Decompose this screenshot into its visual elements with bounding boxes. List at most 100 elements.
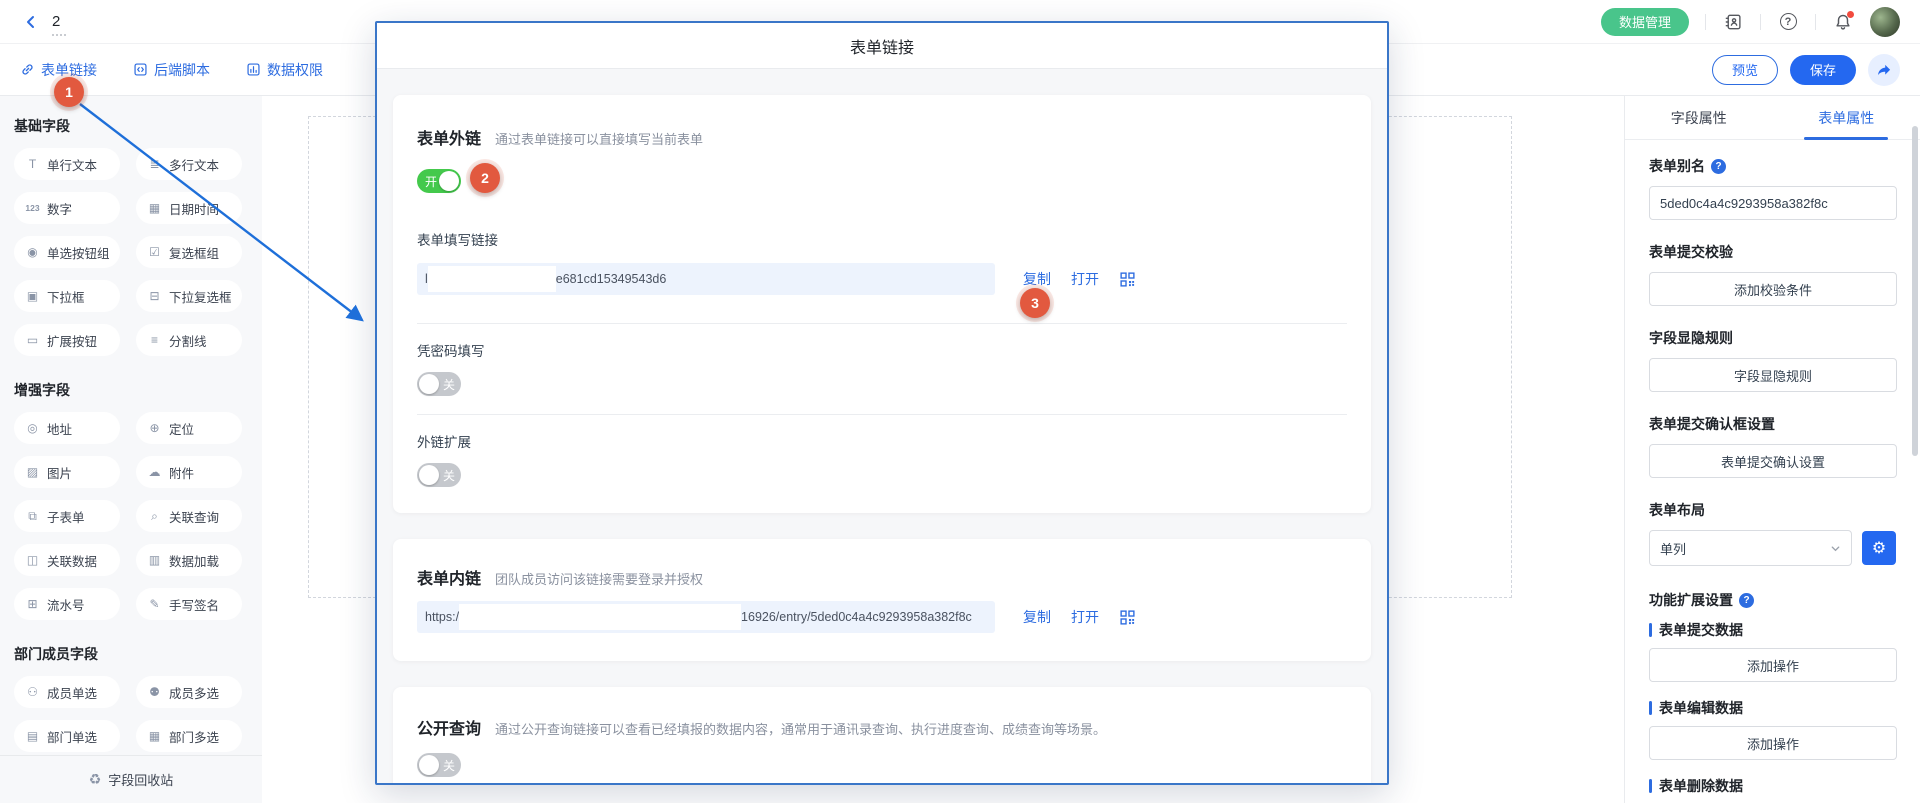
open-link-button[interactable]: 打开 — [1071, 607, 1099, 627]
field-pill-label: 下拉复选框 — [169, 287, 232, 306]
form-alias-label: 表单别名 ? — [1649, 156, 1896, 176]
subform-icon: ⧉ — [25, 509, 40, 524]
field-pill[interactable]: ⚇成员单选 — [14, 676, 120, 708]
panel-action-button[interactable]: 表单提交确认设置 — [1649, 444, 1897, 478]
sidebar-groups: 基础字段T单行文本≣多行文本123数字▦日期时间◉单选按钮组☑复选框组▣下拉框⊟… — [0, 116, 262, 752]
qr-code-icon[interactable] — [1119, 271, 1136, 288]
field-pill[interactable]: ◎地址 — [14, 412, 120, 444]
field-pill[interactable]: ⌕关联查询 — [136, 500, 242, 532]
help-icon[interactable]: ? — [1777, 11, 1799, 33]
field-pill[interactable]: ◉单选按钮组 — [14, 236, 120, 268]
panel-action-button[interactable]: 添加操作 — [1649, 648, 1897, 682]
extend-link-label: 外链扩展 — [417, 431, 1347, 451]
panel-scrollbar[interactable] — [1912, 126, 1918, 456]
extend-link-toggle[interactable]: 关 — [417, 463, 461, 487]
field-pill[interactable]: ◫关联数据 — [14, 544, 120, 576]
qr-code-icon[interactable] — [1119, 609, 1136, 626]
field-pill[interactable]: ≣多行文本 — [136, 148, 242, 180]
internal-link-title: 表单内链 — [417, 565, 481, 589]
preview-button[interactable]: 预览 — [1712, 55, 1778, 85]
field-pill[interactable]: T单行文本 — [14, 148, 120, 180]
radio-group-icon: ◉ — [25, 245, 40, 259]
contacts-icon[interactable] — [1722, 11, 1744, 33]
field-pill[interactable]: ▨ 图片 — [14, 456, 120, 488]
field-pill-label: 复选框组 — [169, 243, 219, 262]
field-pill-label: 流水号 — [47, 595, 85, 614]
help-badge-icon[interactable]: ? — [1711, 159, 1726, 174]
multi-line-text-icon: ≣ — [147, 157, 162, 171]
attachment-icon: ☁ — [147, 465, 162, 479]
share-button[interactable] — [1868, 54, 1900, 86]
back-button[interactable] — [20, 11, 42, 33]
panel-action-button[interactable]: 字段显隐规则 — [1649, 358, 1897, 392]
sidebar-group-title: 增强字段 — [14, 380, 262, 400]
field-pill[interactable]: ▦日期时间 — [136, 192, 242, 224]
field-pill[interactable]: ☑复选框组 — [136, 236, 242, 268]
public-query-title: 公开查询 — [417, 715, 481, 739]
fill-link-label: 表单填写链接 — [417, 229, 1347, 249]
chevron-left-icon — [23, 14, 39, 30]
field-pill-label: 图片 — [47, 463, 72, 482]
copy-link-button[interactable]: 复制 — [1023, 269, 1051, 289]
field-pill[interactable]: ⊞流水号 — [14, 588, 120, 620]
panel-action-button[interactable]: 添加操作 — [1649, 726, 1897, 760]
field-pill-label: 扩展按钮 — [47, 331, 97, 350]
external-link-toggle[interactable]: 开 — [417, 169, 461, 193]
field-pill[interactable]: ▦部门多选 — [136, 720, 242, 752]
field-pill[interactable]: ⊟下拉复选框 — [136, 280, 242, 312]
tab-field-properties[interactable]: 字段属性 — [1625, 96, 1773, 139]
layout-settings-button[interactable]: ⚙ — [1862, 531, 1896, 565]
recycle-icon: ♻ — [89, 771, 102, 788]
fill-link-input[interactable]: l e681cd15349543d6 — [417, 263, 995, 295]
internal-link-input[interactable]: https:/ 16926/entry/5ded0c4a4c9293958a38… — [417, 601, 995, 633]
field-pill[interactable]: ▣下拉框 — [14, 280, 120, 312]
copy-link-button[interactable]: 复制 — [1023, 607, 1051, 627]
department-single-icon: ▤ — [25, 729, 40, 743]
field-pill-label: 定位 — [169, 419, 194, 438]
layout-select[interactable]: 单列 — [1649, 530, 1852, 566]
field-pill[interactable]: ▤部门单选 — [14, 720, 120, 752]
field-pill-label: 成员多选 — [169, 683, 219, 702]
tab-form-properties[interactable]: 表单属性 — [1773, 96, 1920, 139]
redaction-mask — [459, 604, 741, 630]
image-icon: ▨ — [25, 465, 40, 479]
tab-form-link[interactable]: 表单链接 — [20, 60, 97, 80]
field-pill[interactable]: 123数字 — [14, 192, 120, 224]
field-pill-label: 单行文本 — [47, 155, 97, 174]
panel-section-label: 表单编辑数据 — [1649, 698, 1896, 718]
help-badge-icon[interactable]: ? — [1739, 593, 1754, 608]
bell-icon[interactable] — [1832, 11, 1854, 33]
form-alias-input[interactable]: 5ded0c4a4c9293958a382f8c — [1649, 186, 1897, 220]
tab-data-permission[interactable]: 数据权限 — [246, 60, 323, 80]
dropdown-icon: ▣ — [25, 289, 40, 303]
field-pill[interactable]: ≡分割线 — [136, 324, 242, 356]
save-button[interactable]: 保存 — [1790, 55, 1856, 85]
form-layout-label: 表单布局 — [1649, 500, 1896, 520]
field-pill[interactable]: ▥数据加载 — [136, 544, 242, 576]
panel-section-label: 表单提交确认框设置 — [1649, 414, 1896, 434]
field-pill[interactable]: ⊕定位 — [136, 412, 242, 444]
member-multi-icon: ⚉ — [147, 685, 162, 699]
data-manage-button[interactable]: 数据管理 — [1601, 8, 1689, 36]
panel-section-label: 表单删除数据 — [1649, 776, 1896, 796]
field-pill-label: 成员单选 — [47, 683, 97, 702]
field-pill[interactable]: ☁附件 — [136, 456, 242, 488]
field-pill[interactable]: ⧉子表单 — [14, 500, 120, 532]
extend-button-icon: ▭ — [25, 333, 40, 347]
field-pill[interactable]: ⚉ 成员多选 — [136, 676, 242, 708]
external-link-title: 表单外链 — [417, 125, 481, 149]
field-recycle-bin[interactable]: ♻ 字段回收站 — [0, 755, 262, 803]
field-pill[interactable]: ✎手写签名 — [136, 588, 242, 620]
public-query-toggle[interactable]: 关 — [417, 753, 461, 777]
field-pill-label: 地址 — [47, 419, 72, 438]
open-link-button[interactable]: 打开 — [1071, 269, 1099, 289]
field-pill-label: 数据加载 — [169, 551, 219, 570]
password-fill-toggle[interactable]: 关 — [417, 372, 461, 396]
notification-dot — [1847, 11, 1854, 18]
tab-backend-script[interactable]: 后端脚本 — [133, 60, 210, 80]
internal-link-card: 表单内链 团队成员访问该链接需要登录并授权 https:/ 16926/entr… — [393, 539, 1371, 661]
field-pill[interactable]: ▭ 扩展按钮 — [14, 324, 120, 356]
panel-action-button[interactable]: 添加校验条件 — [1649, 272, 1897, 306]
avatar[interactable] — [1870, 7, 1900, 37]
field-pill-grid: ⚇成员单选 ⚉ 成员多选 ▤部门单选 ▦部门多选 — [14, 676, 262, 752]
